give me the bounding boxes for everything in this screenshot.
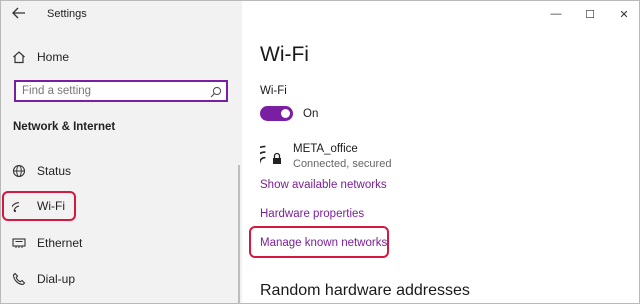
settings-window: Settings Home Network & Internet Status <box>0 0 640 304</box>
sidebar-item-label: Home <box>37 50 70 64</box>
sidebar-item-home[interactable]: Home <box>1 46 69 68</box>
manage-highlight-annotation <box>249 226 389 258</box>
random-hardware-addresses-heading: Random hardware addresses <box>260 282 470 299</box>
search-box[interactable] <box>14 80 228 102</box>
back-arrow-icon[interactable] <box>12 6 32 22</box>
window-title: Settings <box>47 8 87 20</box>
main-content: — ☐ ✕ Wi-Fi Wi-Fi On META_office Connect… <box>242 1 639 303</box>
window-controls: — ☐ ✕ <box>539 1 639 27</box>
globe-icon <box>12 164 26 178</box>
network-name: META_office <box>293 143 358 155</box>
toggle-state-label: On <box>303 108 319 120</box>
wifi-highlight-annotation <box>2 191 76 221</box>
search-icon[interactable] <box>210 85 222 98</box>
sidebar-item-status[interactable]: Status <box>1 160 71 182</box>
sidebar-item-label: Dial-up <box>37 272 76 286</box>
sidebar-item-ethernet[interactable]: Ethernet <box>1 232 82 254</box>
show-available-networks-link[interactable]: Show available networks <box>260 179 387 191</box>
toggle-knob <box>281 109 290 118</box>
hardware-properties-link[interactable]: Hardware properties <box>260 208 364 220</box>
sidebar: Settings Home Network & Internet Status <box>1 1 242 303</box>
search-input[interactable] <box>22 84 202 98</box>
wifi-lock-icon <box>247 142 284 166</box>
home-icon <box>12 50 26 64</box>
page-title: Wi-Fi <box>260 43 309 66</box>
section-title: Network & Internet <box>13 121 116 133</box>
sidebar-item-label: Status <box>37 164 72 178</box>
minimize-button[interactable]: — <box>539 1 573 27</box>
sidebar-item-label: Ethernet <box>37 236 83 250</box>
wifi-toggle-label: Wi-Fi <box>260 85 287 97</box>
close-button[interactable]: ✕ <box>607 1 639 27</box>
wifi-toggle[interactable] <box>260 106 293 121</box>
phone-icon <box>12 272 26 286</box>
ethernet-icon <box>12 236 26 250</box>
sidebar-item-dialup[interactable]: Dial-up <box>1 268 75 290</box>
sidebar-scrollbar[interactable] <box>238 165 240 303</box>
maximize-button[interactable]: ☐ <box>573 1 607 27</box>
network-status: Connected, secured <box>293 158 392 170</box>
